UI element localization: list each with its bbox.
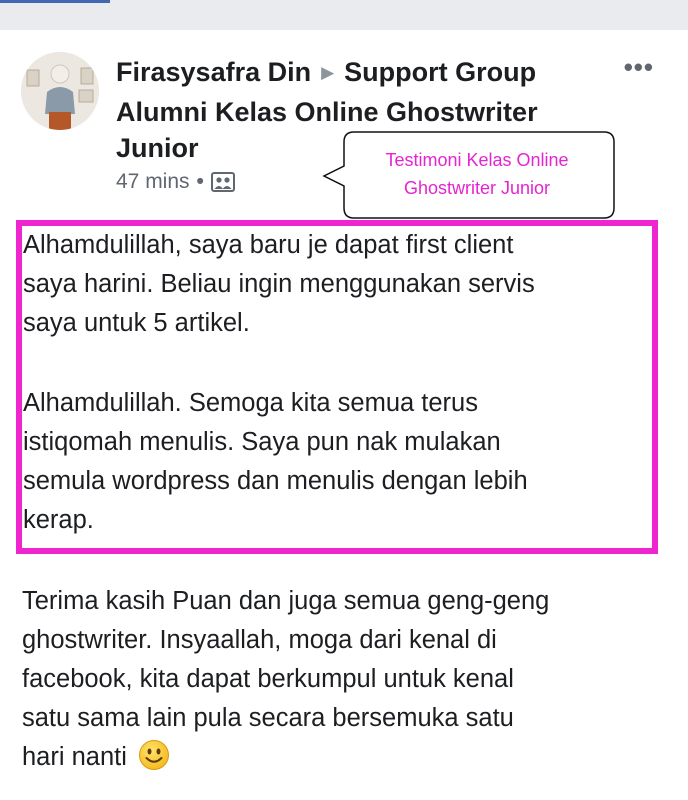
text-line: satu sama lain pula secara bersemuka sat… (22, 704, 514, 732)
text-line: saya untuk 5 artikel. (23, 309, 250, 337)
text-line: semula wordpress dan menulis dengan lebi… (23, 467, 528, 495)
text-line: kerap. (23, 506, 94, 534)
callout-line-1: Testimoni Kelas Online (385, 150, 569, 170)
text-line: saya harini. Beliau ingin menggunakan se… (23, 270, 535, 298)
callout-text: Testimoni Kelas Online Ghostwriter Junio… (346, 146, 608, 202)
post-paragraph-3: Terima kasih Puan dan juga semua geng-ge… (22, 582, 549, 777)
header-line-1: Firasysafra Din ▶ Support Group (116, 54, 586, 94)
text-line: Alhamdulillah. Semoga kita semua terus (23, 389, 478, 417)
post-meta: 47 mins • (116, 170, 235, 194)
shared-to-arrow-icon: ▶ (321, 63, 335, 82)
text-line: ghostwriter. Insyaallah, moga dari kenal… (22, 626, 497, 654)
more-options-icon[interactable]: ••• (624, 52, 654, 83)
text-line-last: hari nanti (22, 738, 549, 777)
callout-line-2: Ghostwriter Junior (403, 178, 551, 198)
post-timestamp[interactable]: 47 mins (116, 170, 190, 194)
group-icon (210, 172, 235, 192)
top-bar-accent (0, 0, 110, 3)
group-name-line-2[interactable]: Alumni Kelas Online Ghostwriter (116, 94, 586, 130)
post-paragraph-2: Alhamdulillah. Semoga kita semua terus i… (23, 384, 528, 540)
text-line: Terima kasih Puan dan juga semua geng-ge… (22, 587, 550, 615)
top-bar (0, 0, 688, 30)
text-line: Alhamdulillah, saya baru je dapat first … (23, 231, 514, 259)
avatar[interactable] (21, 52, 99, 130)
avatar-photo (21, 52, 99, 130)
text-line: hari nanti (22, 743, 127, 771)
text-line: facebook, kita dapat berkumpul untuk ken… (22, 665, 514, 693)
smiley-emoji-icon (139, 740, 169, 770)
post-paragraph-1: Alhamdulillah, saya baru je dapat first … (23, 226, 535, 343)
author-name[interactable]: Firasysafra Din (116, 57, 311, 87)
text-line: istiqomah menulis. Saya pun nak mulakan (23, 428, 501, 456)
group-name-line-1[interactable]: Support Group (344, 57, 536, 87)
meta-separator: • (196, 170, 204, 193)
